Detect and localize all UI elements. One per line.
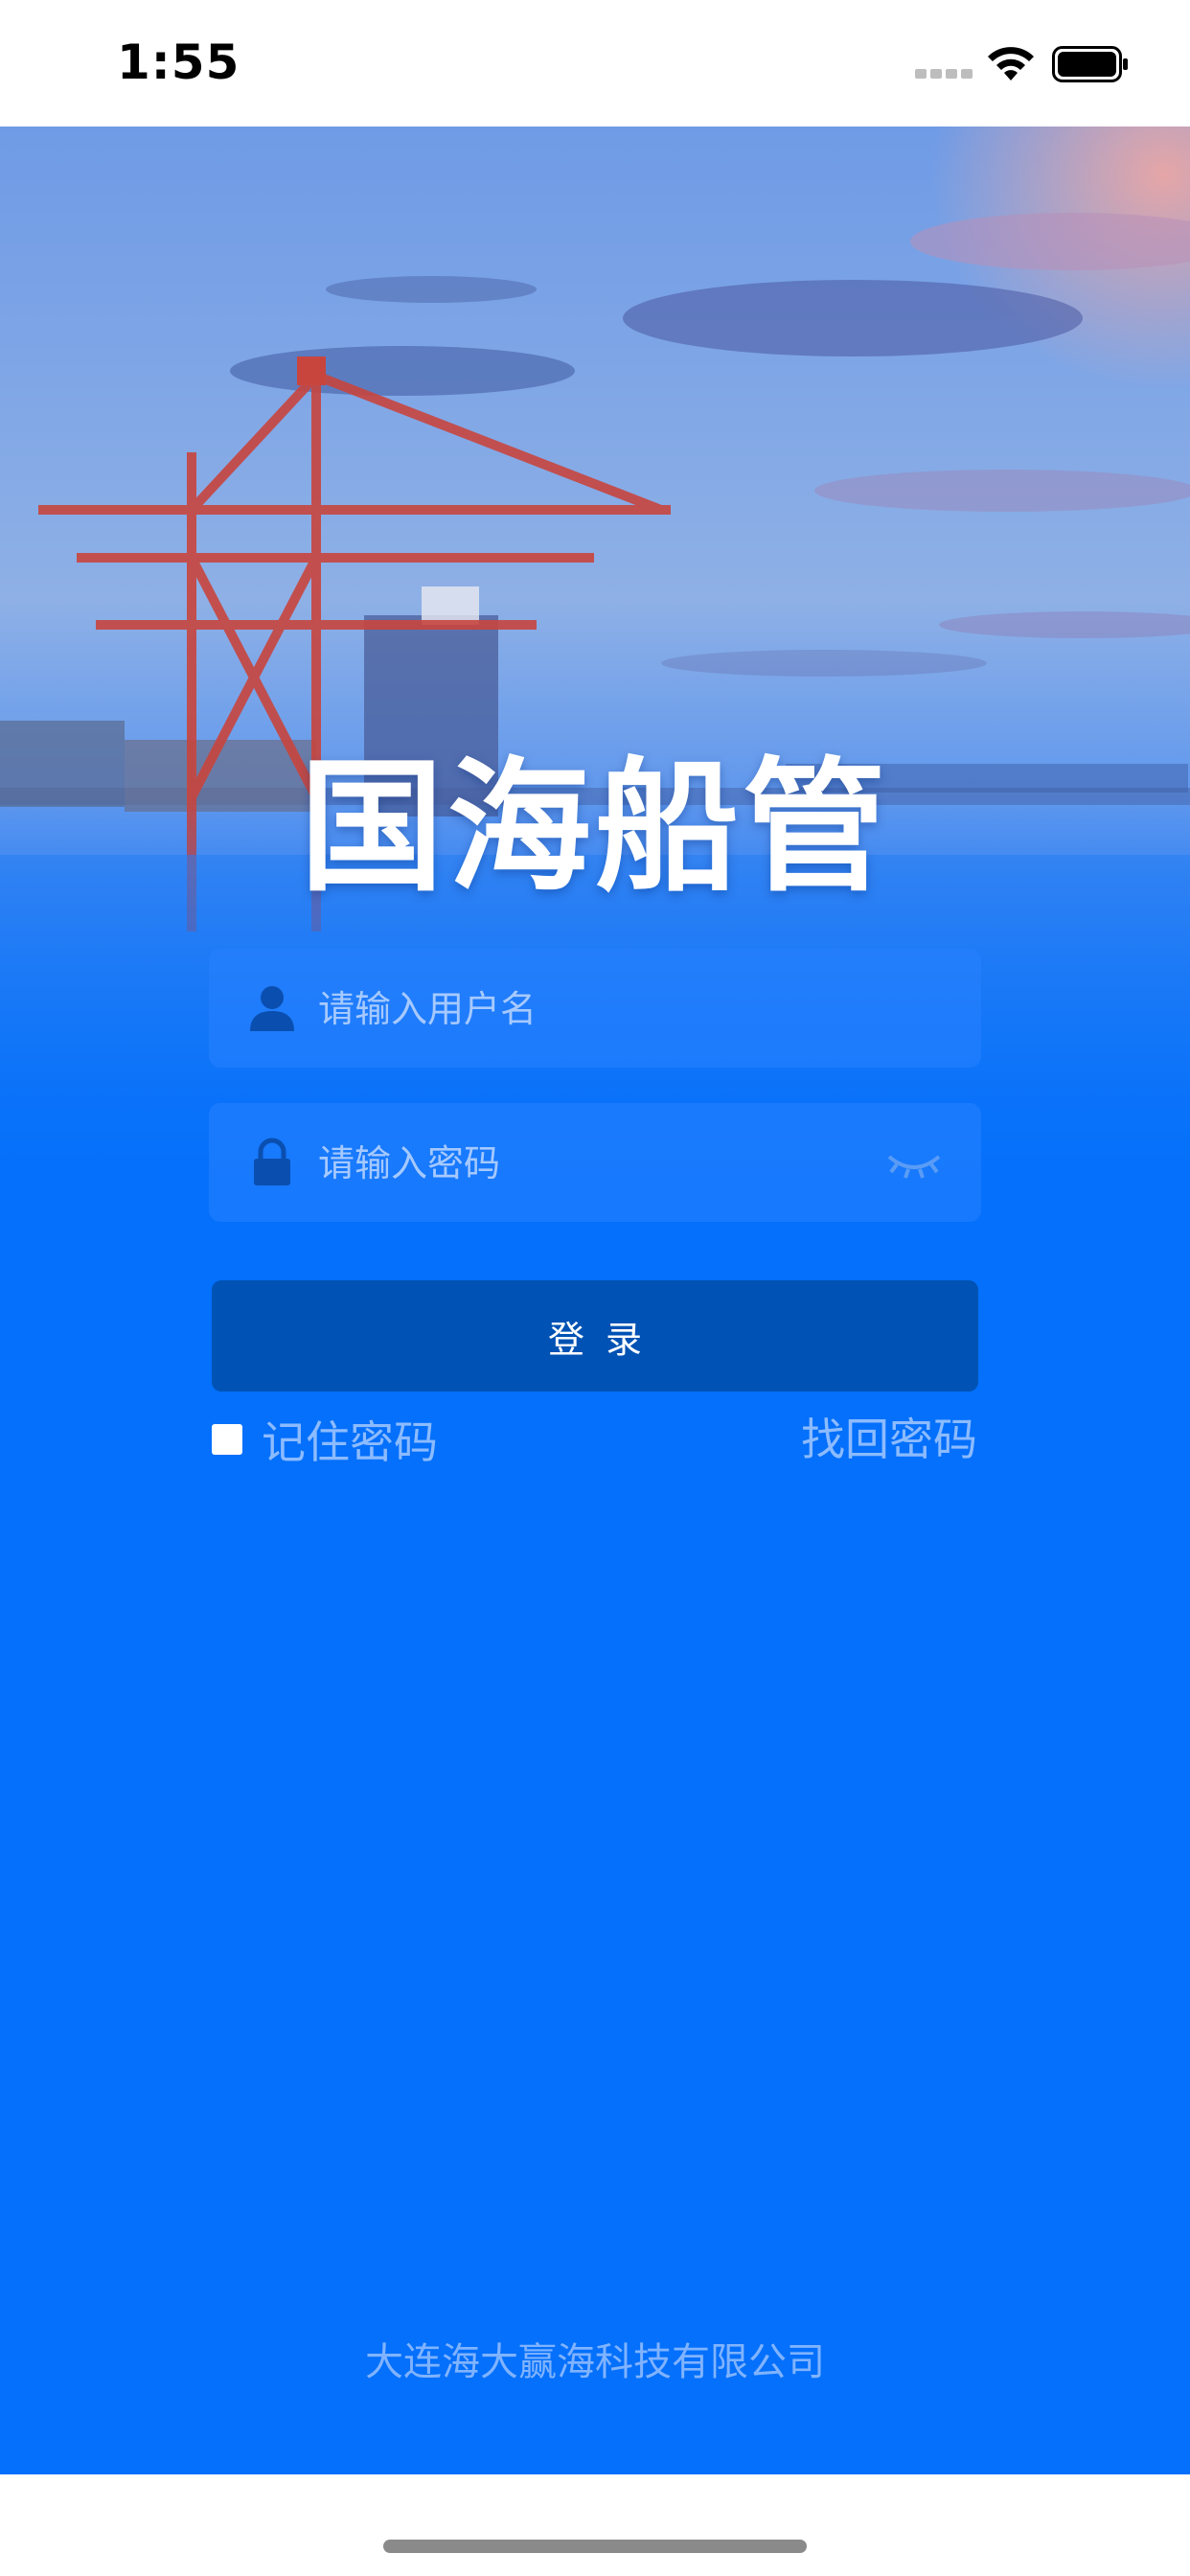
password-input[interactable] <box>316 1103 895 1224</box>
cellular-signal-icon <box>915 69 973 79</box>
login-button[interactable]: 登录 <box>212 1280 978 1392</box>
remember-password-toggle[interactable]: 记住密码 <box>212 1411 438 1468</box>
home-indicator-area <box>0 2474 1190 2576</box>
lock-icon <box>254 1138 290 1185</box>
username-field[interactable] <box>209 949 981 1070</box>
eye-closed-icon[interactable] <box>885 1143 943 1182</box>
remember-password-label: 记住密码 <box>262 1416 438 1468</box>
find-password-link[interactable]: 找回密码 <box>786 1411 977 1468</box>
app-title: 国海船管 <box>299 745 890 911</box>
login-screen: 1:55 国海船管 请输入用户名 登录 记住密码 找回密码 大连海大赢海科技有限… <box>0 0 1190 2576</box>
username-input[interactable] <box>316 949 895 1070</box>
battery-icon <box>1052 46 1128 82</box>
user-icon <box>250 986 294 1031</box>
status-time: 1:55 <box>117 34 240 90</box>
password-field[interactable] <box>209 1103 981 1224</box>
wifi-icon <box>988 47 1034 80</box>
home-indicator[interactable] <box>383 2540 807 2553</box>
company-name: 大连海大赢海科技有限公司 <box>365 2340 825 2384</box>
remember-password-checkbox[interactable] <box>212 1424 242 1455</box>
login-background: 国海船管 登录 <box>0 126 1190 2474</box>
status-bar: 1:55 <box>0 0 1190 126</box>
